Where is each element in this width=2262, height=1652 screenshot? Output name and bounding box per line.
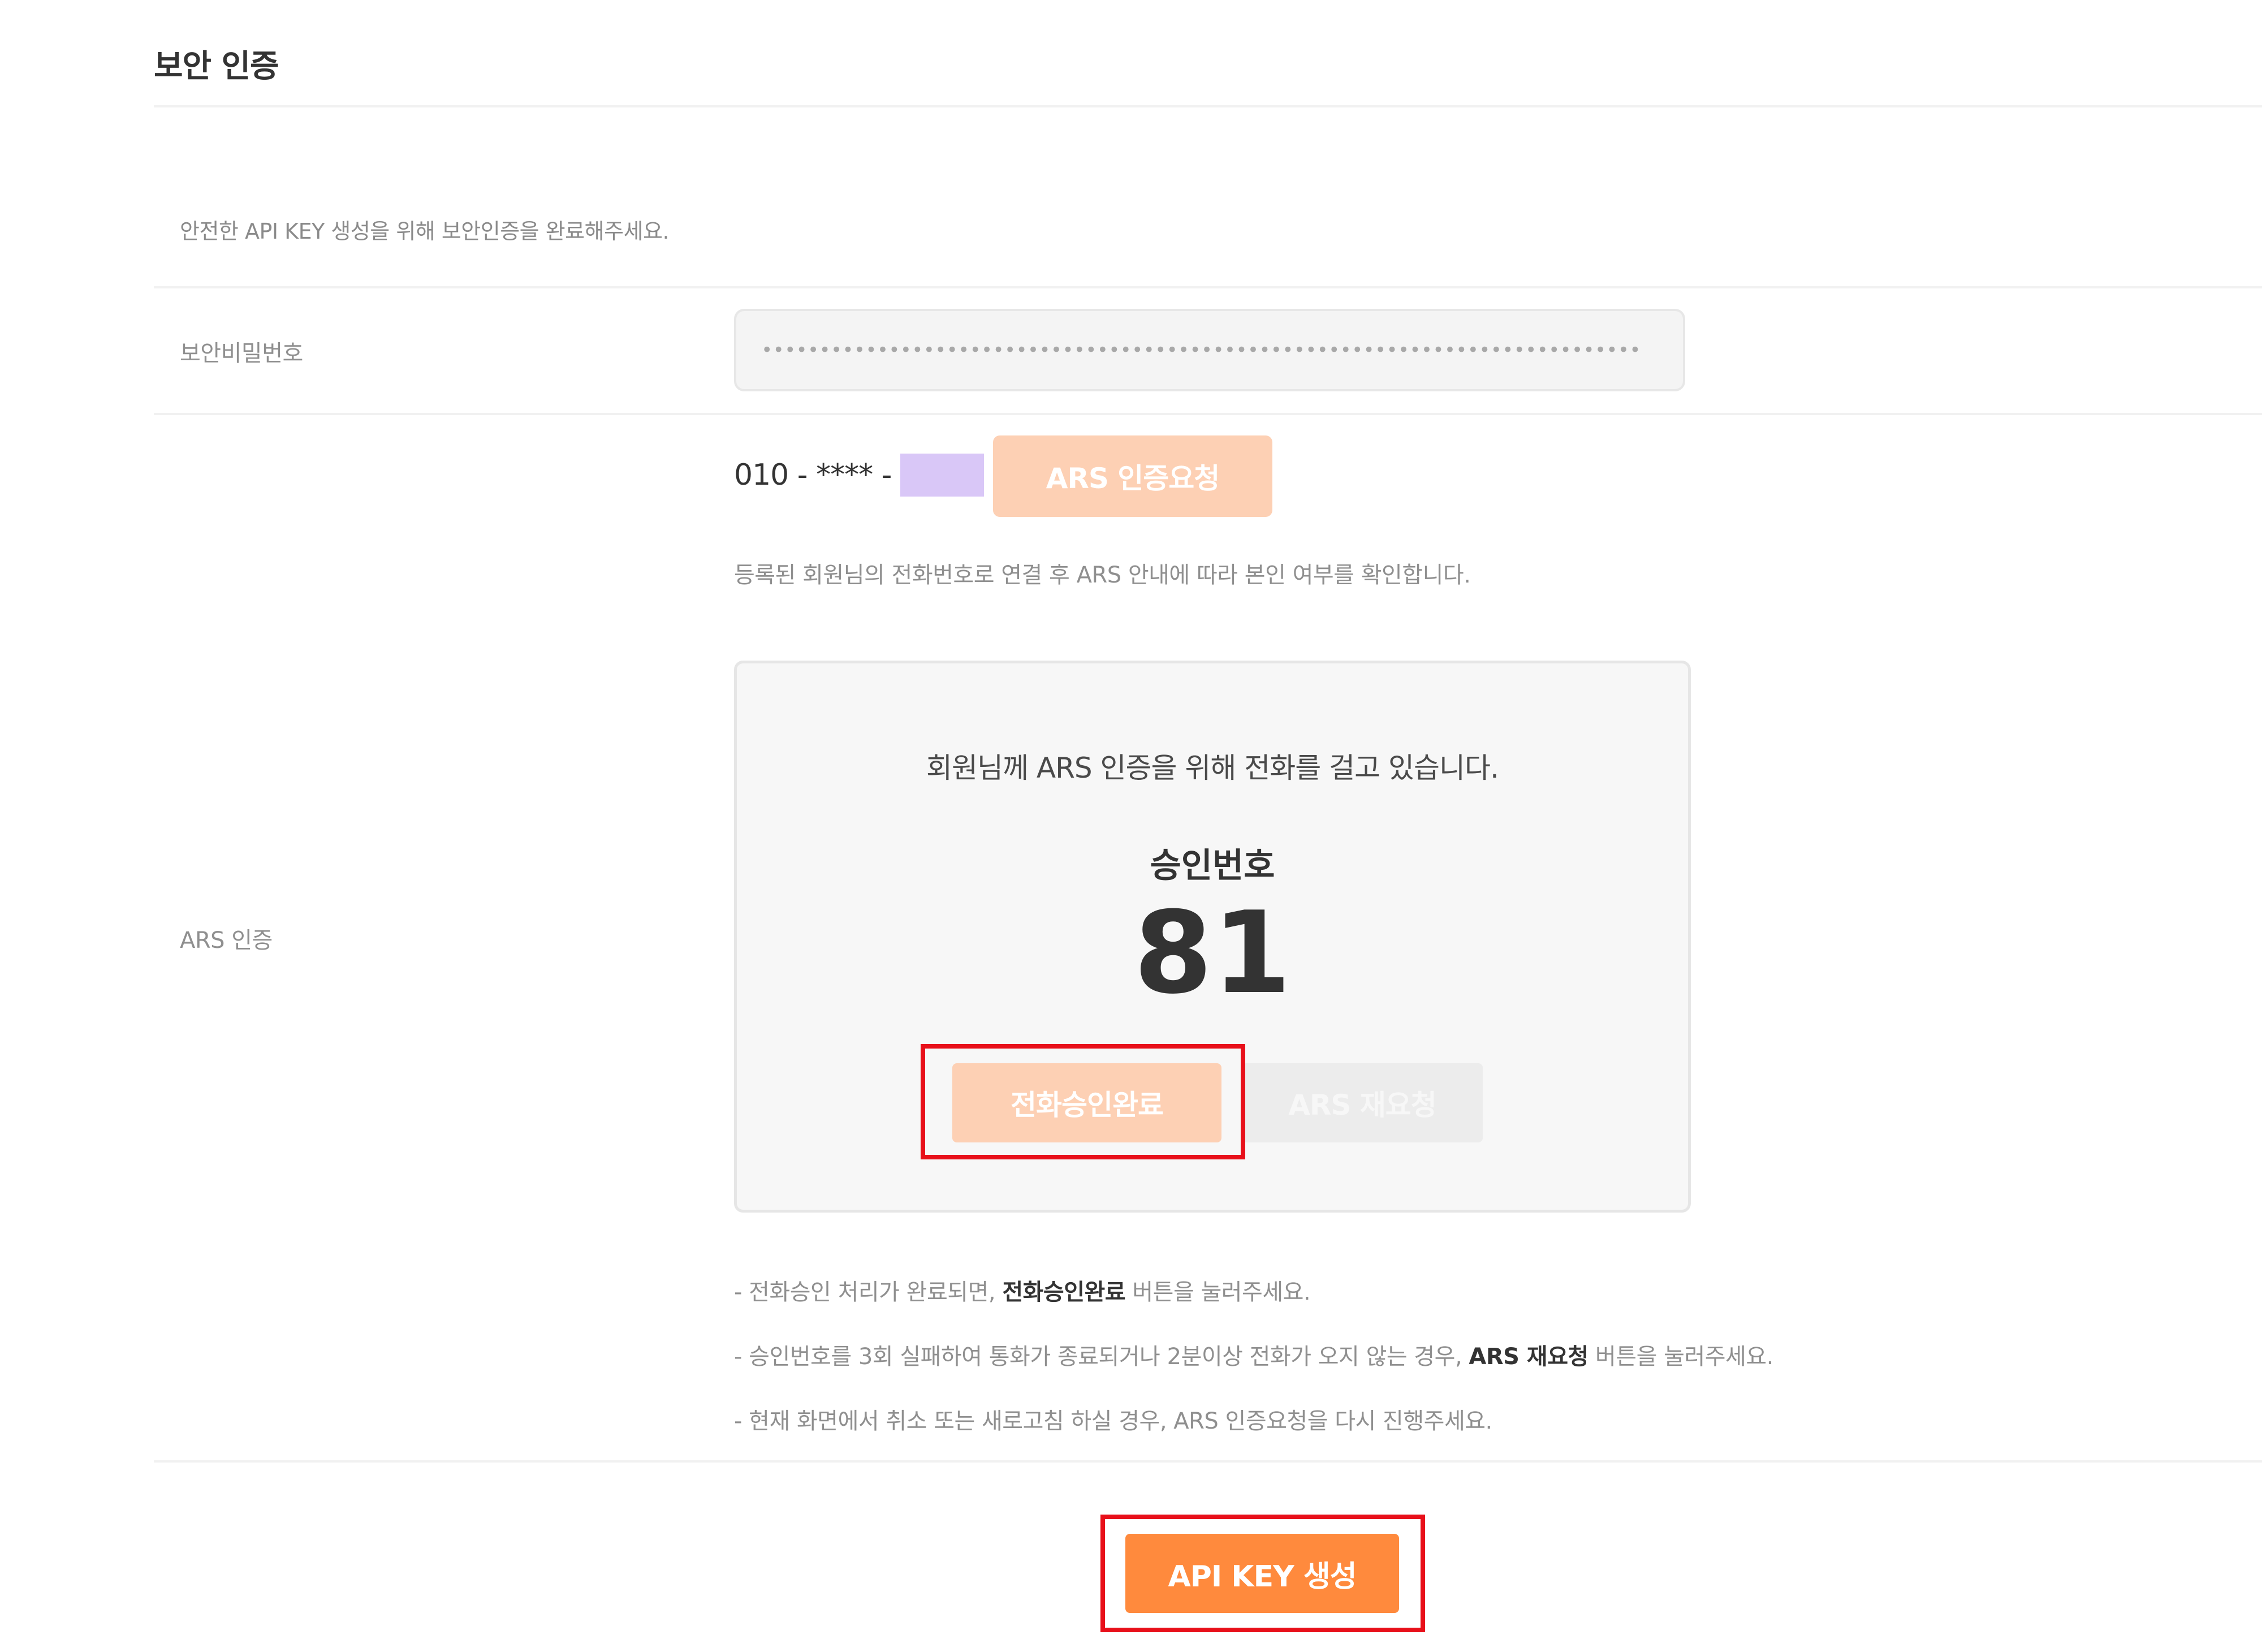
note-1-text: - 전화승인 처리가 완료되면, [734,1279,1003,1305]
divider [154,413,2262,415]
note-1-text-end: 버튼을 눌러주세요. [1125,1279,1311,1305]
intro-text: 안전한 API KEY 생성을 위해 보안인증을 완료해주세요. [180,219,670,244]
note-3: - 현재 화면에서 취소 또는 새로고침 하실 경우, ARS 인증요청을 다시… [734,1408,1492,1434]
note-2-bold: ARS 재요청 [1469,1344,1588,1370]
divider [154,286,2262,288]
calling-message: 회원님께 ARS 인증을 위해 전화를 걸고 있습니다. [926,752,1499,784]
ars-description: 등록된 회원님의 전화번호로 연결 후 ARS 안내에 따라 본인 여부를 확인… [734,562,1471,588]
note-2-text-end: 버튼을 눌러주세요. [1588,1344,1773,1370]
ars-auth-label: ARS 인증 [180,928,273,954]
divider [154,105,2262,107]
masked-phone-segment [900,454,985,497]
security-password-label: 보안비밀번호 [180,340,303,366]
ars-retry-button[interactable]: ARS 재요청 [1242,1063,1483,1142]
note-1-bold: 전화승인완료 [1002,1279,1126,1305]
divider [154,1460,2262,1463]
ars-request-button[interactable]: ARS 인증요청 [993,435,1272,517]
phone-prefix: 010 - **** - [734,458,892,492]
note-1: - 전화승인 처리가 완료되면, 전화승인완료 버튼을 눌러주세요. [734,1274,1311,1306]
highlight-box [1100,1515,1425,1632]
highlight-box [921,1044,1245,1159]
security-password-input[interactable]: ••••••••••••••••••••••••••••••••••••••••… [734,309,1685,391]
section-title: 보안 인증 [154,48,279,85]
approval-number: 81 [1133,887,1292,1019]
note-2-text: - 승인번호를 3회 실패하여 통화가 종료되거나 2분이상 전화가 오지 않는… [734,1344,1469,1370]
approval-number-title: 승인번호 [1150,846,1275,886]
phone-number: 010 - **** - [734,452,985,498]
note-2: - 승인번호를 3회 실패하여 통화가 종료되거나 2분이상 전화가 오지 않는… [734,1338,1773,1371]
